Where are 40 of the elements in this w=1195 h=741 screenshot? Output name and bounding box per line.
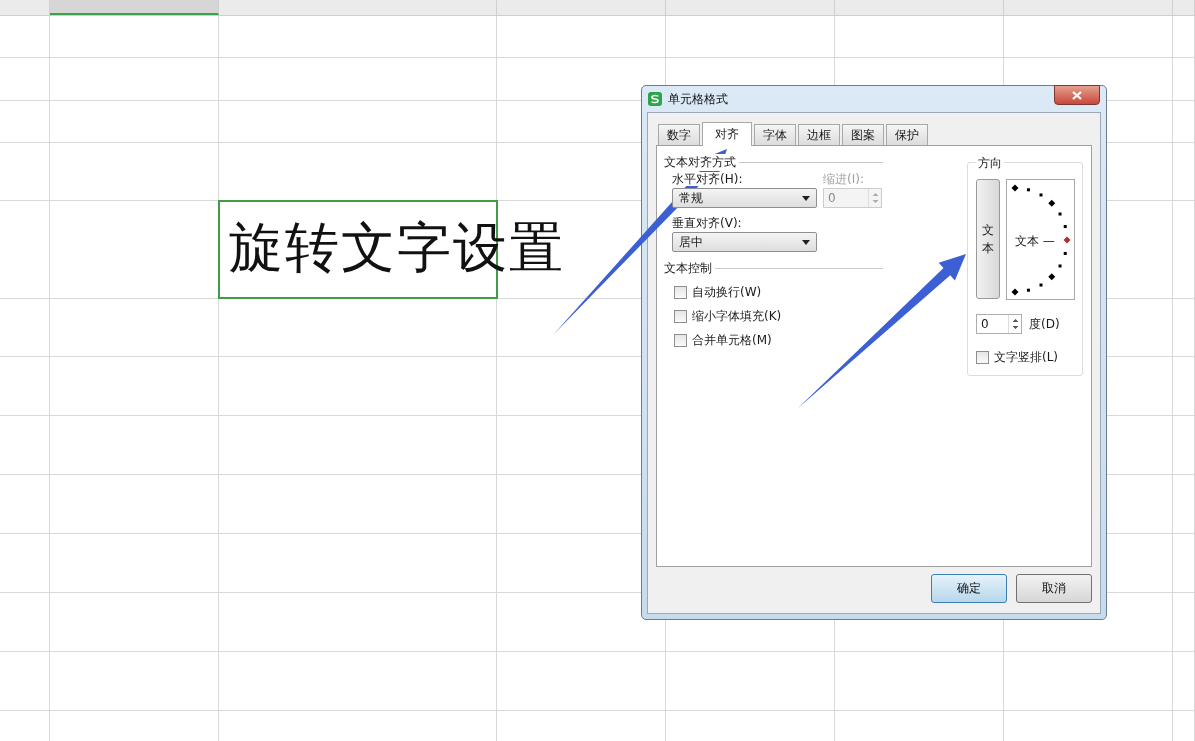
column-header[interactable]	[50, 0, 219, 15]
tab[interactable]: 图案	[842, 124, 884, 145]
field-label: 垂直对齐(V):	[672, 216, 742, 230]
field-label: 度(D)	[1029, 315, 1060, 333]
field-label: 水平对齐(H):	[672, 172, 743, 186]
tab[interactable]: 保护	[886, 124, 928, 145]
checkbox[interactable]	[674, 285, 687, 299]
number-field[interactable]: 0	[976, 314, 1022, 334]
dial-label: 文本 —	[1015, 233, 1055, 250]
checkbox-label: 缩小字体填充(K)	[692, 307, 782, 325]
ok-button[interactable]: 确定	[931, 574, 1007, 603]
window-title: 单元格格式	[668, 90, 729, 108]
close-button[interactable]	[1054, 85, 1100, 105]
caret-icon	[802, 239, 810, 245]
tab[interactable]: 字体	[754, 124, 796, 145]
checkbox-label: 自动换行(W)	[692, 283, 762, 301]
checkbox-label: 合并单元格(M)	[692, 331, 772, 349]
checkbox[interactable]	[976, 350, 989, 364]
checkbox-label: 文字竖排(L)	[994, 348, 1059, 366]
dropdown[interactable]: 居中	[672, 232, 817, 252]
orientation-dial[interactable]: 文本 —	[1006, 179, 1075, 300]
up-down-arrows-icon	[870, 191, 880, 205]
spin-buttons[interactable]	[1008, 315, 1021, 333]
caret-icon	[802, 195, 810, 201]
tab[interactable]: 数字	[658, 124, 700, 145]
vertical-text-button[interactable]: 文本	[976, 179, 1000, 299]
up-down-arrows-icon	[1010, 317, 1020, 331]
tab[interactable]: 对齐	[702, 122, 752, 146]
tab[interactable]: 边框	[798, 124, 840, 145]
app-icon	[648, 92, 662, 106]
close-icon	[1072, 90, 1082, 100]
dropdown[interactable]: 常规	[672, 188, 817, 208]
section-label: 方向	[976, 155, 1004, 172]
cancel-button[interactable]: 取消	[1016, 574, 1092, 603]
field-label: 缩进(I):	[823, 172, 864, 186]
pointer-icon	[1063, 236, 1071, 244]
checkbox[interactable]	[674, 333, 687, 347]
checkbox[interactable]	[674, 309, 687, 323]
section-label: 文本对齐方式	[664, 153, 736, 171]
section-label: 文本控制	[664, 259, 712, 277]
